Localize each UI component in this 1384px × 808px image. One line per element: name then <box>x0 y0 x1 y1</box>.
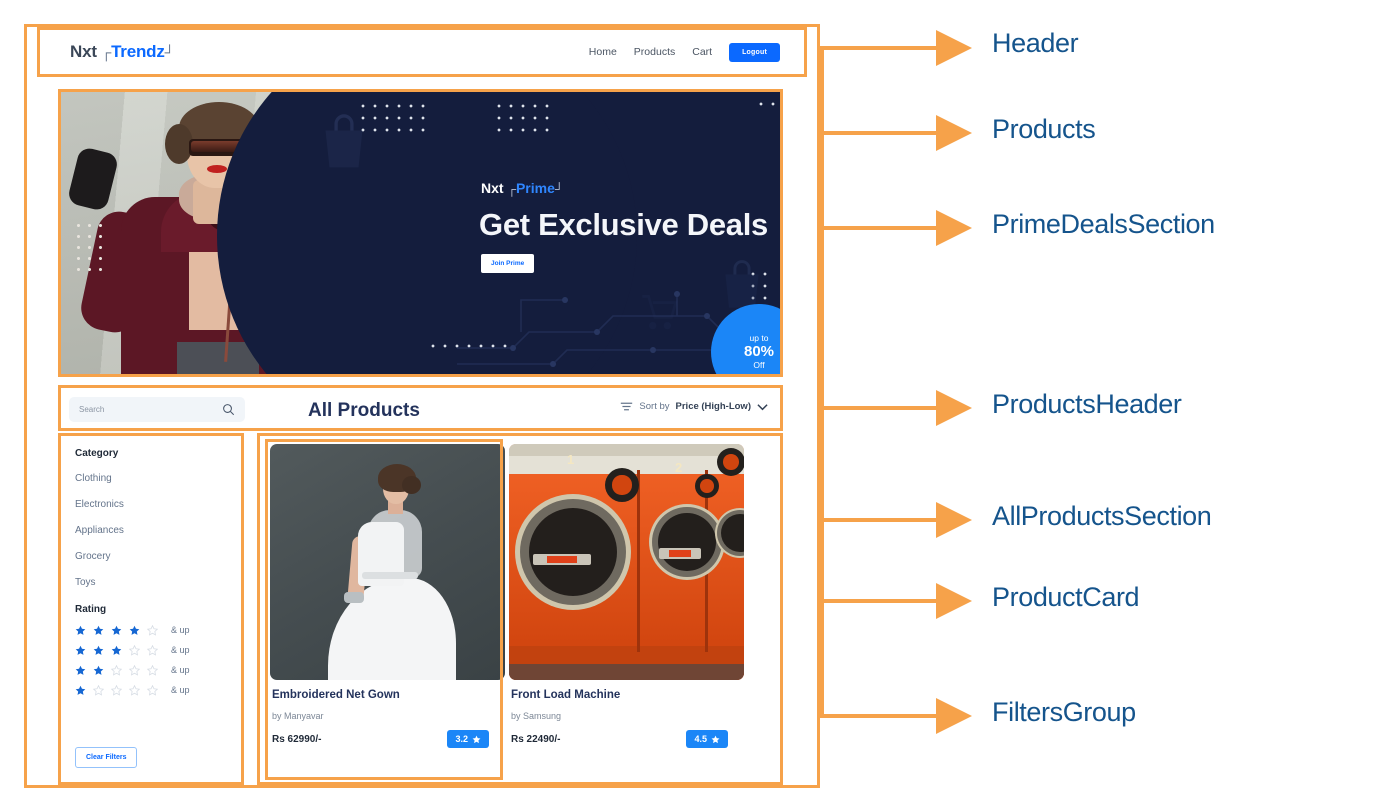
prime-headline: Get Exclusive Deals <box>479 207 768 242</box>
products-header: All Products Sort by Price (High-Low) <box>58 385 783 431</box>
nav-link-home[interactable]: Home <box>589 46 617 58</box>
category-item-toys[interactable]: Toys <box>75 569 227 595</box>
star-filled-icon <box>111 625 122 635</box>
star-filled-icon <box>711 735 720 743</box>
category-item-grocery[interactable]: Grocery <box>75 543 227 569</box>
prime-banner: Nxt ┌Prime┘ Get Exclusive Deals Join Pri… <box>61 92 780 374</box>
rating-filter-3-and-up[interactable]: & up <box>75 640 227 660</box>
product-rating-value: 4.5 <box>694 734 707 744</box>
prime-bracket-close: ┘ <box>554 182 564 196</box>
product-rating-value: 3.2 <box>455 734 468 744</box>
search-bar[interactable] <box>69 397 245 422</box>
annotation-label-allproducts: AllProductsSection <box>992 501 1212 531</box>
star-filled-icon <box>129 625 140 635</box>
star-empty-icon <box>147 664 158 676</box>
annotation-label-primedeals: PrimeDealsSection <box>992 209 1215 239</box>
star-filled-icon <box>75 685 86 695</box>
star-empty-icon <box>129 664 140 676</box>
dot-pattern-icon <box>493 100 553 138</box>
join-prime-button[interactable]: Join Prime <box>481 254 535 273</box>
header-nav: Home Products Cart Logout <box>589 42 780 62</box>
app-canvas: Nxt ┌Trendz┘ Home Products Cart Logout N… <box>27 27 817 785</box>
category-item-electronics[interactable]: Electronics <box>75 491 227 517</box>
rating-suffix: & up <box>171 625 190 635</box>
rating-filter-1-and-up[interactable]: & up <box>75 680 227 700</box>
logo-prefix: Nxt <box>70 42 97 61</box>
rating-suffix: & up <box>171 685 190 695</box>
star-empty-icon <box>147 644 158 656</box>
annotation-label-filtersgroup: FiltersGroup <box>992 697 1136 727</box>
nav-link-cart[interactable]: Cart <box>692 46 712 58</box>
rating-suffix: & up <box>171 645 190 655</box>
products-grid: Embroidered Net Gown by Manyavar Rs 6299… <box>270 444 744 748</box>
dot-pattern-icon <box>755 98 780 112</box>
product-image-embroidered-net-gown[interactable] <box>270 444 505 680</box>
prime-logo: Nxt ┌Prime┘ <box>481 180 563 196</box>
rating-suffix: & up <box>171 665 190 675</box>
star-filled-icon <box>75 665 86 675</box>
star-filled-icon <box>75 645 86 655</box>
filters-group: Category Clothing Electronics Appliances… <box>58 433 244 785</box>
search-icon[interactable] <box>222 403 235 416</box>
discount-upto-label: up to <box>749 332 769 343</box>
star-empty-icon <box>129 684 140 696</box>
prime-deals-section: Nxt ┌Prime┘ Get Exclusive Deals Join Pri… <box>58 89 783 377</box>
product-title: Front Load Machine <box>511 689 621 701</box>
star-filled-icon <box>93 645 104 655</box>
header: Nxt ┌Trendz┘ Home Products Cart Logout <box>37 27 807 77</box>
star-filled-icon <box>93 665 104 675</box>
prime-bracket-open: ┌ <box>507 182 516 196</box>
discount-off-label: Off <box>753 359 765 370</box>
rating-filter-2-and-up[interactable]: & up <box>75 660 227 680</box>
rating-title: Rating <box>75 604 107 615</box>
star-empty-icon <box>111 664 122 676</box>
star-filled-icon <box>472 735 481 743</box>
star-empty-icon <box>147 684 158 696</box>
sort-control[interactable]: Sort by Price (High-Low) <box>620 401 768 412</box>
annotation-label-productsheader: ProductsHeader <box>992 389 1182 419</box>
sort-icon <box>621 402 633 411</box>
discount-percent: 80% <box>743 343 775 361</box>
prime-logo-name: Prime <box>515 180 555 196</box>
annotation-label-products: Products <box>992 114 1096 144</box>
star-empty-icon <box>93 684 104 696</box>
product-title: Embroidered Net Gown <box>272 689 400 701</box>
product-card[interactable]: 1 2 Front Load Machine by Samsung Rs 224… <box>509 444 744 748</box>
product-price: Rs 22490/- <box>511 733 561 745</box>
page-title: All Products <box>308 400 420 421</box>
product-card[interactable]: Embroidered Net Gown by Manyavar Rs 6299… <box>270 444 505 748</box>
product-brand: by Manyavar <box>272 711 324 721</box>
logo-name: Trendz <box>111 42 165 61</box>
product-image-front-load-machine[interactable]: 1 2 <box>509 444 744 680</box>
logout-button[interactable]: Logout <box>729 42 780 62</box>
star-filled-icon <box>93 625 104 635</box>
product-price: Rs 62990/- <box>272 733 322 745</box>
logo-bracket-open: ┌ <box>101 44 112 60</box>
star-filled-icon <box>111 645 122 655</box>
product-rating-badge: 4.5 <box>686 730 728 748</box>
site-logo[interactable]: Nxt ┌Trendz┘ <box>70 42 175 62</box>
nav-link-products[interactable]: Products <box>634 46 675 58</box>
clear-filters-button[interactable]: Clear Filters <box>75 747 138 768</box>
star-empty-icon <box>111 684 122 696</box>
shopping-bag-icon <box>325 114 363 168</box>
category-item-clothing[interactable]: Clothing <box>75 465 227 491</box>
star-empty-icon <box>129 644 140 656</box>
star-filled-icon <box>75 625 86 635</box>
annotation-label-header: Header <box>992 28 1079 58</box>
prime-logo-prefix: Nxt <box>481 180 504 196</box>
category-item-appliances[interactable]: Appliances <box>75 517 227 543</box>
annotation-label-productcard: ProductCard <box>992 582 1140 612</box>
sort-selected-value[interactable]: Price (High-Low) <box>676 401 751 412</box>
product-rating-badge: 3.2 <box>447 730 489 748</box>
logo-bracket-close: ┘ <box>164 44 175 60</box>
product-brand: by Samsung <box>511 711 562 721</box>
all-products-section: Embroidered Net Gown by Manyavar Rs 6299… <box>257 433 783 785</box>
star-empty-icon <box>147 624 158 636</box>
rating-filter-4-and-up[interactable]: & up <box>75 620 227 640</box>
search-input[interactable] <box>79 405 222 414</box>
category-title: Category <box>75 448 119 459</box>
sort-by-label: Sort by <box>639 401 670 412</box>
chevron-down-icon[interactable] <box>757 403 768 411</box>
